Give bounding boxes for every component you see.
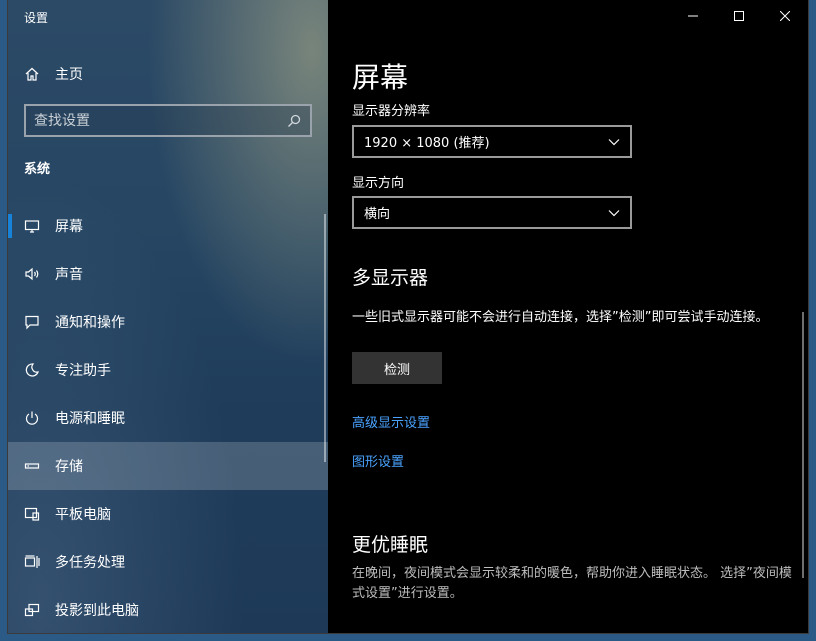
sidebar-item-tablet[interactable]: 平板电脑 [8, 490, 328, 538]
resolution-dropdown[interactable]: 1920 × 1080 (推荐) [352, 125, 632, 158]
close-icon [780, 11, 790, 21]
search-icon[interactable] [286, 113, 302, 129]
sidebar-item-label: 平板电脑 [55, 507, 111, 523]
monitor-icon [24, 218, 40, 234]
sidebar: 设置 主页 系统 屏幕 声 [8, 0, 328, 633]
detect-button[interactable]: 检测 [352, 352, 442, 384]
projection-icon [24, 602, 40, 618]
orientation-value: 横向 [364, 207, 391, 222]
resolution-value: 1920 × 1080 (推荐) [364, 136, 490, 151]
search-box[interactable] [24, 104, 312, 137]
sidebar-item-notifications[interactable]: 通知和操作 [8, 298, 328, 346]
sidebar-item-power[interactable]: 电源和睡眠 [8, 394, 328, 442]
resolution-label: 显示器分辨率 [352, 104, 431, 119]
content-scrollbar[interactable] [802, 312, 804, 578]
sidebar-home-label: 主页 [55, 67, 83, 83]
chevron-down-icon [608, 209, 620, 216]
main-content: 屏幕 显示器分辨率 1920 × 1080 (推荐) 显示方向 横向 多显示器 … [328, 0, 808, 633]
advanced-display-settings-link[interactable]: 高级显示设置 [352, 412, 430, 431]
sidebar-item-display[interactable]: 屏幕 [8, 202, 328, 250]
sidebar-item-label: 多任务处理 [55, 555, 125, 571]
sidebar-home[interactable]: 主页 [8, 56, 328, 92]
multi-display-description: 一些旧式显示器可能不会进行自动连接，选择”检测”即可尝试手动连接。 [352, 310, 769, 325]
sidebar-item-focus-assist[interactable]: 专注助手 [8, 346, 328, 394]
search-input[interactable] [34, 112, 286, 129]
sidebar-item-label: 存储 [55, 459, 83, 475]
minimize-button[interactable] [670, 0, 716, 32]
window-controls [670, 0, 808, 32]
sidebar-item-label: 电源和睡眠 [55, 411, 125, 427]
settings-window: 设置 主页 系统 屏幕 声 [8, 0, 808, 633]
sidebar-nav: 屏幕 声音 通知和操作 专注助手 电源和睡眠 存储 平板电脑 多任务处理 投影到… [8, 202, 328, 633]
notification-icon [24, 314, 40, 330]
multi-display-heading: 多显示器 [352, 267, 429, 289]
minimize-icon [688, 15, 698, 17]
sidebar-item-storage[interactable]: 存储 [8, 442, 328, 490]
chevron-down-icon [608, 138, 620, 145]
sidebar-item-label: 声音 [55, 267, 83, 283]
section-title: 系统 [24, 162, 51, 177]
sidebar-item-project[interactable]: 投影到此电脑 [8, 586, 328, 633]
multitask-icon [24, 554, 40, 570]
speaker-icon [24, 266, 40, 282]
app-title: 设置 [24, 11, 49, 25]
sidebar-item-label: 专注助手 [55, 363, 111, 379]
moon-icon [24, 362, 40, 378]
sleep-description: 在晚间，夜间模式会显示较柔和的暖色，帮助你进入睡眠状态。 选择”夜间模式设置”进… [352, 566, 792, 601]
sidebar-item-multitasking[interactable]: 多任务处理 [8, 538, 328, 586]
storage-icon [24, 458, 40, 474]
orientation-label: 显示方向 [352, 176, 405, 191]
close-button[interactable] [762, 0, 808, 32]
tablet-icon [24, 506, 40, 522]
power-icon [24, 410, 40, 426]
maximize-icon [734, 11, 744, 21]
home-icon [24, 66, 40, 82]
sidebar-item-sound[interactable]: 声音 [8, 250, 328, 298]
graphics-settings-link[interactable]: 图形设置 [352, 451, 404, 470]
page-title: 屏幕 [352, 61, 409, 94]
sidebar-scrollbar[interactable] [324, 214, 326, 462]
maximize-button[interactable] [716, 0, 762, 32]
sidebar-item-label: 通知和操作 [55, 315, 125, 331]
orientation-dropdown[interactable]: 横向 [352, 196, 632, 229]
sidebar-item-label: 投影到此电脑 [55, 603, 139, 619]
sidebar-item-label: 屏幕 [55, 219, 83, 235]
sleep-heading: 更优睡眠 [352, 534, 429, 556]
